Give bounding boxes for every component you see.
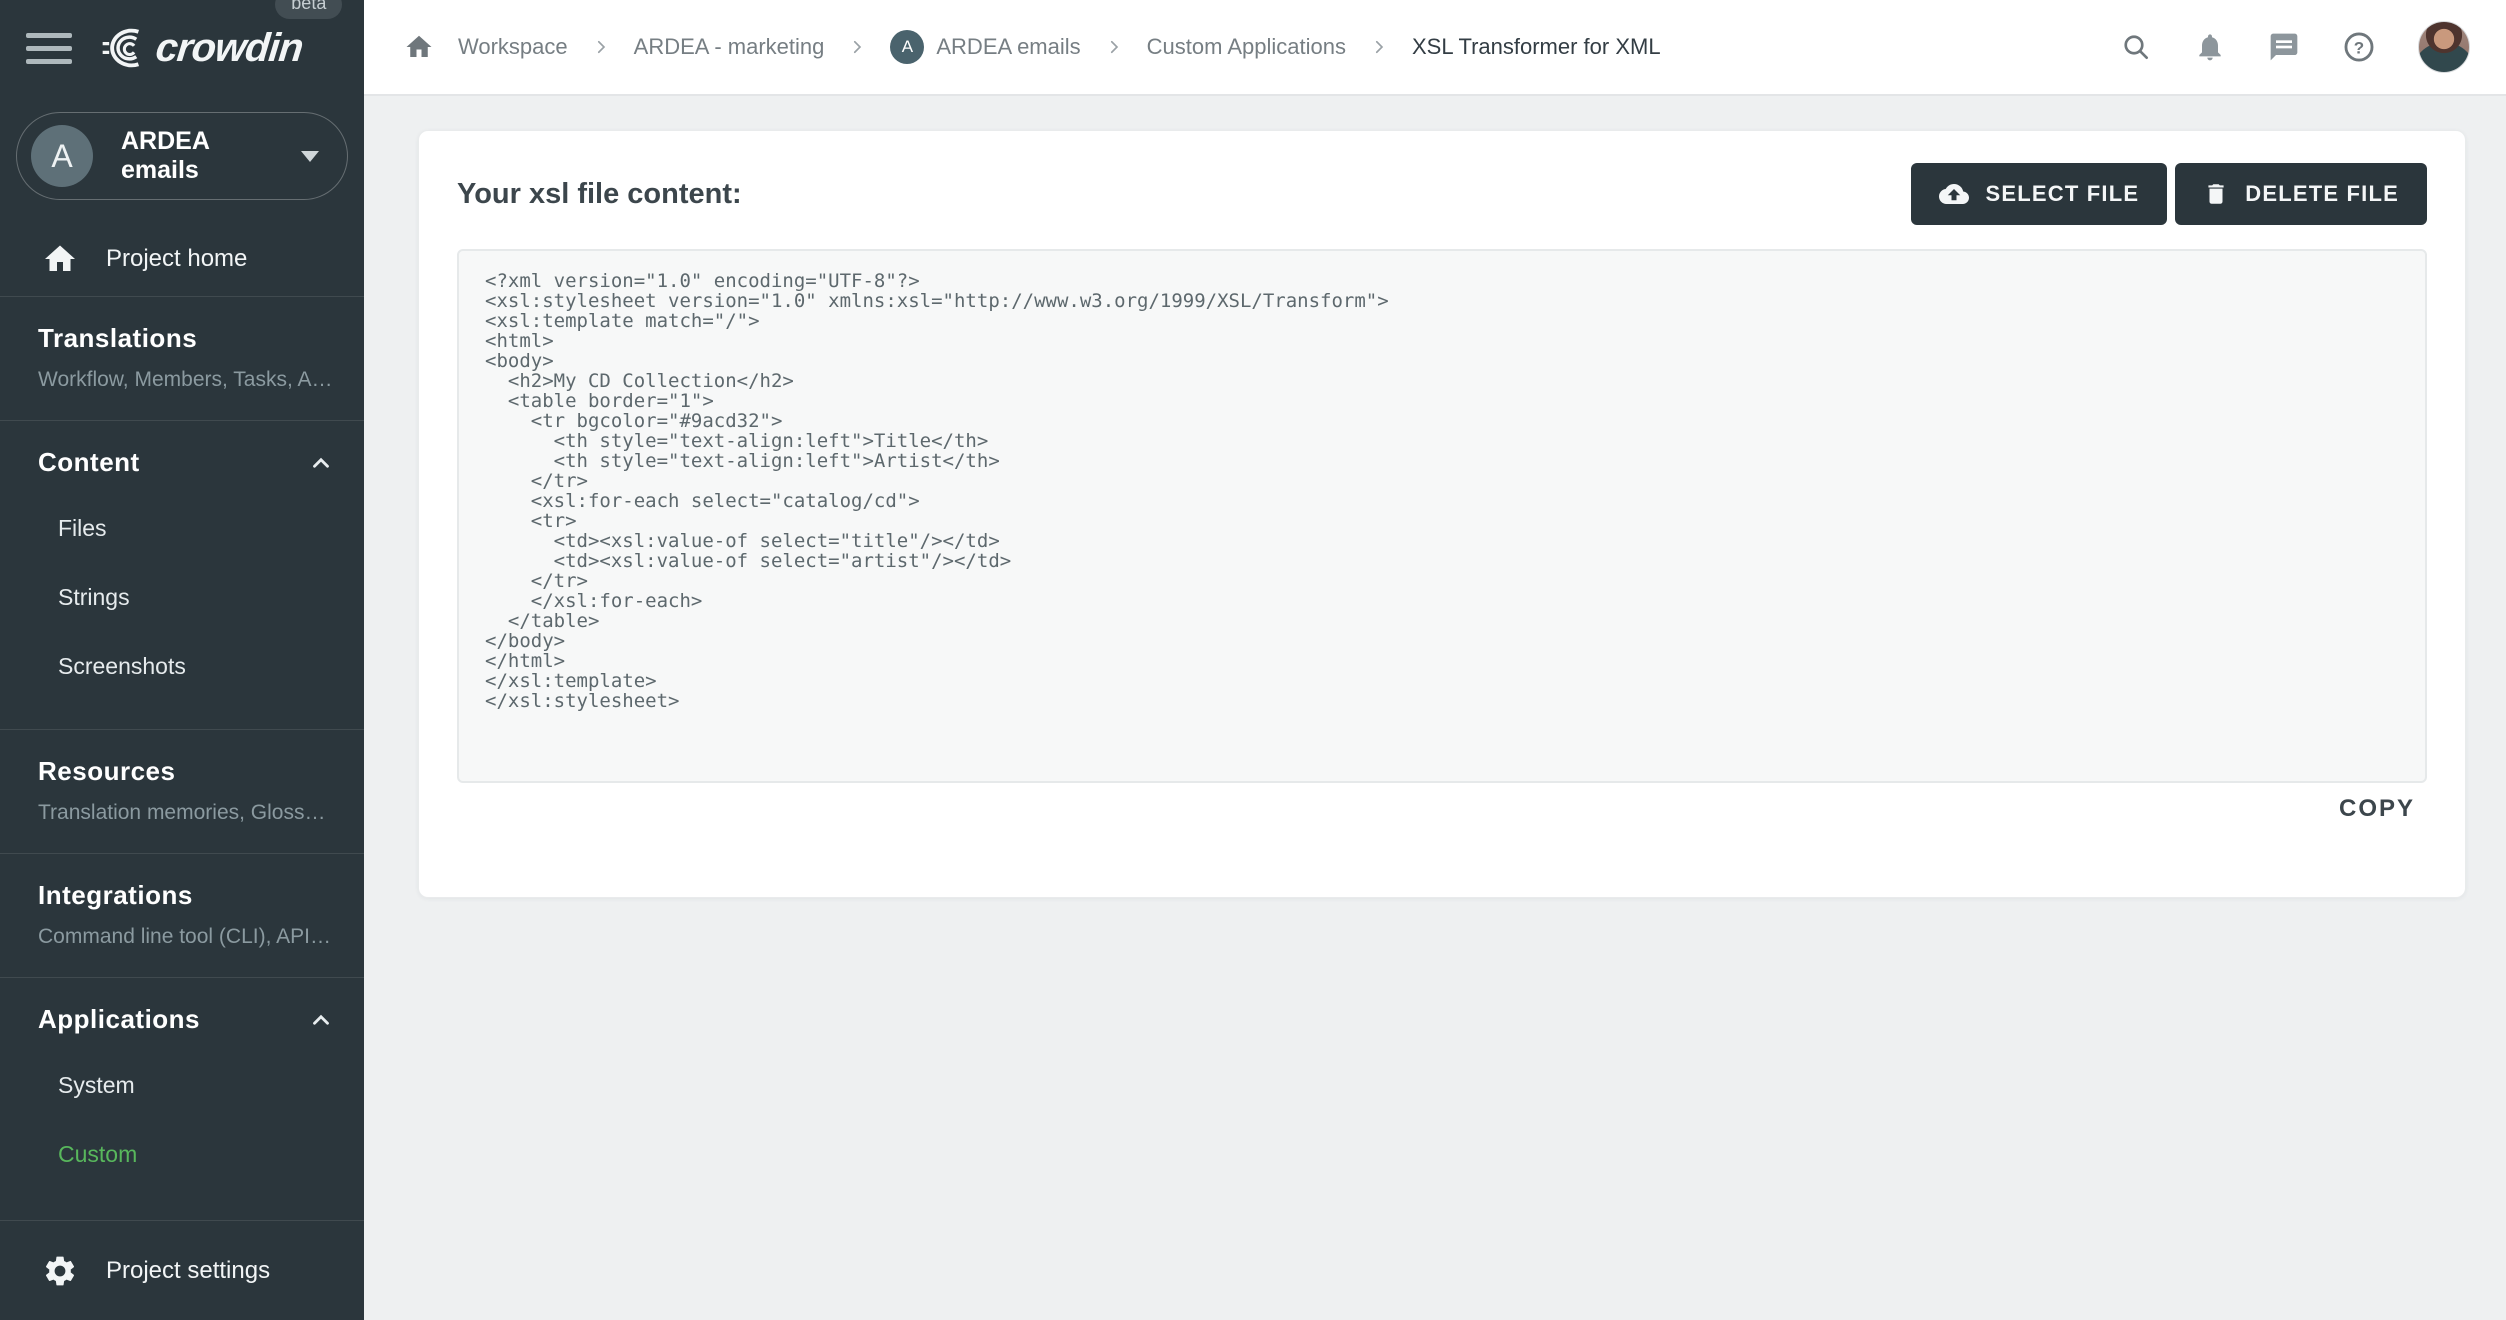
gear-icon — [42, 1253, 78, 1289]
chevron-right-icon — [1105, 38, 1123, 56]
breadcrumb: Workspace ARDEA - marketing A ARDEA emai… — [404, 30, 2120, 64]
sidebar-item-screenshots[interactable]: Screenshots — [38, 632, 334, 701]
sidebar-item-strings[interactable]: Strings — [38, 563, 334, 632]
section-title: Integrations — [38, 880, 193, 910]
card-header: Your xsl file content: SELECT FILE DELET… — [457, 163, 2427, 225]
breadcrumb-project-label: ARDEA emails — [936, 34, 1081, 59]
section-title: Resources — [38, 756, 176, 786]
sidebar-item-custom[interactable]: Custom — [38, 1120, 334, 1189]
chevron-up-icon — [308, 1007, 334, 1033]
crowdin-wordmark: crowdin — [153, 25, 305, 70]
xsl-code-textarea[interactable]: <?xml version="1.0" encoding="UTF-8"?> <… — [457, 249, 2427, 783]
select-file-label: SELECT FILE — [1985, 181, 2140, 206]
breadcrumb-project[interactable]: A ARDEA emails — [890, 30, 1081, 64]
page-body: Your xsl file content: SELECT FILE DELET… — [364, 96, 2506, 1320]
sidebar-item-label: Project home — [106, 245, 248, 272]
crowdin-logo[interactable]: crowdin beta — [94, 0, 343, 71]
page-title: Your xsl file content: — [457, 177, 742, 210]
sidebar-section-translations[interactable]: Translations Workflow, Members, Tasks, A… — [0, 297, 364, 420]
trash-icon — [2203, 181, 2229, 207]
breadcrumb-home-icon[interactable] — [404, 32, 434, 62]
section-subtitle: Workflow, Members, Tasks, Act… — [38, 368, 334, 391]
section-content-toggle[interactable]: Content — [38, 447, 334, 478]
section-title: Content — [38, 447, 140, 477]
sidebar-section-resources[interactable]: Resources Translation memories, Glossari… — [0, 730, 364, 853]
chevron-right-icon — [848, 38, 866, 56]
sidebar-item-files[interactable]: Files — [38, 494, 334, 563]
copy-row: COPY — [457, 795, 2427, 823]
project-selector-name: ARDEA emails — [121, 127, 209, 184]
crowdin-shell-icon — [94, 26, 146, 70]
breadcrumb-organization[interactable]: ARDEA - marketing — [634, 34, 825, 60]
chevron-right-icon — [1370, 38, 1388, 56]
section-applications-toggle[interactable]: Applications — [38, 1004, 334, 1035]
chevron-right-icon — [592, 38, 610, 56]
project-avatar: A — [31, 125, 93, 187]
user-avatar[interactable] — [2418, 21, 2470, 73]
sidebar-item-label: Project settings — [106, 1256, 271, 1284]
caret-down-icon — [301, 150, 319, 162]
cloud-upload-icon — [1939, 179, 1970, 209]
sidebar-item-project-settings[interactable]: Project settings — [0, 1220, 364, 1320]
sidebar-section-content: Content Files Strings Screenshots — [0, 421, 364, 729]
delete-file-button[interactable]: DELETE FILE — [2175, 163, 2427, 225]
project-selector[interactable]: A ARDEA emails — [16, 112, 348, 200]
home-icon — [42, 241, 78, 277]
file-actions: SELECT FILE DELETE FILE — [1911, 163, 2427, 225]
section-title: Translations — [38, 323, 198, 353]
beta-badge: beta — [275, 0, 343, 19]
help-icon[interactable]: ? — [2342, 30, 2376, 64]
sidebar-header: crowdin beta — [0, 0, 364, 96]
chevron-up-icon — [308, 450, 334, 476]
sidebar-item-project-home[interactable]: Project home — [0, 222, 364, 296]
chat-icon[interactable] — [2268, 31, 2300, 63]
sidebar-section-integrations[interactable]: Integrations Command line tool (CLI), AP… — [0, 854, 364, 977]
xsl-file-card: Your xsl file content: SELECT FILE DELET… — [418, 130, 2466, 898]
breadcrumb-current-page: XSL Transformer for XML — [1411, 34, 1661, 59]
breadcrumb-workspace[interactable]: Workspace — [458, 34, 568, 60]
hamburger-menu-icon[interactable] — [26, 25, 72, 71]
project-avatar: A — [890, 30, 925, 64]
section-subtitle: Command line tool (CLI), API, A… — [38, 925, 334, 948]
section-title: Applications — [38, 1004, 201, 1034]
section-subtitle: Translation memories, Glossari… — [38, 801, 334, 824]
copy-button[interactable]: COPY — [2339, 795, 2415, 823]
topbar-actions: ? — [2120, 21, 2470, 73]
sidebar-item-system[interactable]: System — [38, 1051, 334, 1120]
topbar: Workspace ARDEA - marketing A ARDEA emai… — [364, 0, 2506, 96]
main-column: Workspace ARDEA - marketing A ARDEA emai… — [364, 0, 2506, 1320]
search-icon[interactable] — [2120, 31, 2152, 63]
bell-icon[interactable] — [2194, 31, 2226, 63]
breadcrumb-custom-applications[interactable]: Custom Applications — [1147, 34, 1346, 60]
svg-text:?: ? — [2354, 38, 2364, 57]
sidebar: crowdin beta A ARDEA emails Project home… — [0, 0, 364, 1320]
delete-file-label: DELETE FILE — [2245, 181, 2399, 206]
select-file-button[interactable]: SELECT FILE — [1911, 163, 2168, 225]
sidebar-section-applications: Applications System Custom — [0, 978, 364, 1217]
